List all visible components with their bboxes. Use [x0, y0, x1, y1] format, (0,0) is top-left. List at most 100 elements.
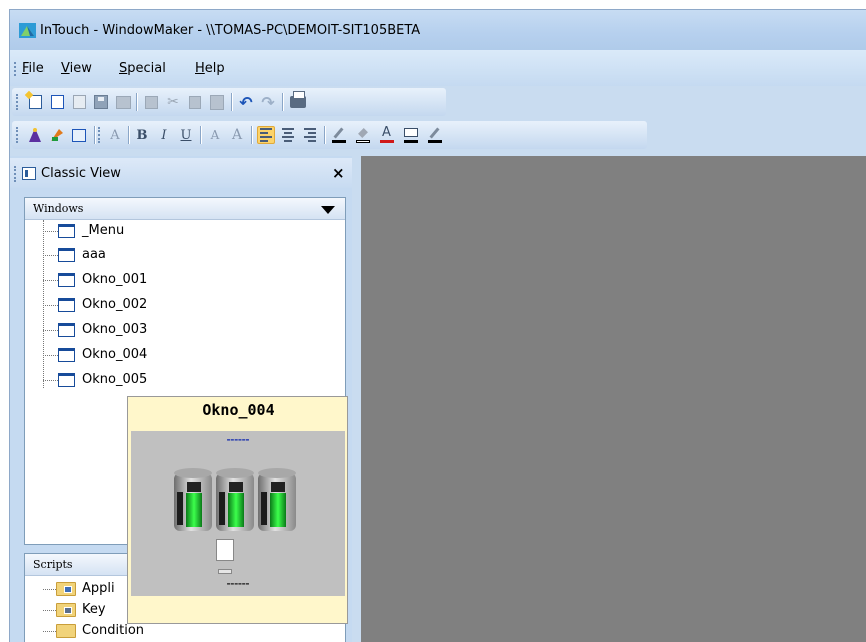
window-title: InTouch - WindowMaker - \\TOMAS-PC\DEMOI…: [40, 23, 421, 38]
tree-item-label: Condition: [82, 623, 145, 638]
window-icon: [58, 348, 75, 362]
classic-view-title: Classic View: [41, 166, 121, 181]
tree-item-okno-002[interactable]: Okno_002: [25, 295, 325, 315]
open-window-button[interactable]: [48, 93, 66, 111]
shrink-font-button[interactable]: A: [206, 126, 224, 144]
redo-icon: ↷: [261, 92, 275, 112]
menu-help[interactable]: Help: [195, 61, 225, 76]
font-icon: A: [110, 127, 120, 143]
save-button[interactable]: [92, 93, 110, 111]
new-window-button[interactable]: [26, 93, 44, 111]
copy-icon: [189, 95, 201, 109]
window-icon: [58, 248, 75, 262]
copy-button[interactable]: [186, 93, 204, 111]
window-workspace[interactable]: [361, 156, 866, 642]
windows-section-title: Windows: [33, 202, 84, 215]
print-icon: [290, 91, 306, 108]
save-all-button[interactable]: [114, 93, 132, 111]
collapse-arrow-icon[interactable]: [321, 206, 335, 214]
fill-color-button[interactable]: [354, 126, 372, 144]
windows-section-header[interactable]: Windows: [25, 198, 345, 220]
preview-option-box: [216, 539, 234, 561]
menu-grip[interactable]: [14, 62, 17, 76]
tree-item-okno-003[interactable]: Okno_003: [25, 320, 325, 340]
align-left-icon: [260, 128, 272, 142]
text-color-icon: A: [379, 125, 395, 144]
tank-graphic: [216, 468, 254, 534]
script-folder-icon: [56, 624, 76, 638]
properties-button[interactable]: [70, 126, 88, 144]
toolbar-separator: [94, 126, 95, 144]
close-window-button[interactable]: [70, 93, 88, 111]
window-icon: [58, 273, 75, 287]
menu-view[interactable]: View: [61, 61, 92, 76]
cut-button[interactable]: ✂: [164, 93, 182, 111]
print-button[interactable]: [289, 91, 307, 111]
text-color-button[interactable]: A: [378, 125, 396, 144]
align-center-icon: [282, 128, 294, 142]
preview-window-name: Okno_004: [202, 401, 275, 419]
wizard-button[interactable]: [26, 126, 44, 144]
scripts-section-title: Scripts: [33, 558, 73, 571]
window-icon: [58, 224, 75, 238]
tree-item-okno-005[interactable]: Okno_005: [25, 370, 325, 390]
save-all-icon: [115, 95, 131, 109]
menu-special[interactable]: Special: [119, 61, 166, 76]
bold-button[interactable]: B: [133, 126, 151, 144]
properties-icon: [72, 128, 86, 142]
tree-item-label: _Menu: [82, 223, 125, 238]
cut-icon: ✂: [167, 94, 179, 110]
title-bar: InTouch - WindowMaker - \\TOMAS-PC\DEMOI…: [10, 10, 866, 50]
toolbar-separator: [136, 93, 137, 111]
tree-item-aaa[interactable]: aaa: [25, 245, 325, 265]
window-preview-tooltip: Okno_004 ▬▬▬▬▬▬ ▬▬▬▬▬▬: [127, 396, 348, 624]
classic-view-icon: [22, 167, 36, 180]
tree-item-label: Okno_004: [82, 347, 148, 362]
line-color-icon: [331, 126, 347, 144]
line-style-button[interactable]: [426, 126, 444, 144]
window-color-button[interactable]: [402, 126, 420, 144]
tree-item-menu[interactable]: _Menu: [25, 221, 325, 241]
tank-graphic: [258, 468, 296, 534]
tree-item-okno-004[interactable]: Okno_004: [25, 345, 325, 365]
tree-item-label: aaa: [82, 247, 106, 262]
shrink-font-icon: A: [210, 128, 220, 142]
window-icon: [58, 373, 75, 387]
font-button[interactable]: A: [106, 126, 124, 144]
redo-button[interactable]: ↷: [259, 92, 277, 112]
line-color-button[interactable]: [330, 126, 348, 144]
tree-item-label: Okno_002: [82, 297, 148, 312]
italic-button[interactable]: I: [155, 126, 173, 144]
menu-file[interactable]: File: [22, 61, 44, 76]
paste-button[interactable]: [208, 93, 226, 111]
tree-item-label: Okno_005: [82, 372, 148, 387]
toolbar-separator: [251, 126, 252, 144]
align-center-button[interactable]: [279, 126, 297, 144]
toolbar-separator: [324, 126, 325, 144]
save-icon: [94, 95, 108, 109]
line-style-icon: [427, 126, 443, 144]
select-button[interactable]: [142, 93, 160, 111]
standard-toolbar: ✂ ↶ ↷: [12, 88, 446, 116]
script-wizard-button[interactable]: [48, 126, 66, 144]
toolbar-grip[interactable]: [98, 127, 101, 143]
underline-button[interactable]: U: [177, 126, 195, 144]
wizard-icon: [29, 128, 41, 142]
toolbar-grip[interactable]: [16, 94, 19, 110]
preview-thumbnail: ▬▬▬▬▬▬ ▬▬▬▬▬▬: [131, 431, 345, 596]
undo-icon: ↶: [239, 92, 253, 112]
panel-close-button[interactable]: ×: [332, 164, 345, 182]
preview-footer-text: ▬▬▬▬▬▬: [226, 581, 250, 586]
undo-button[interactable]: ↶: [237, 92, 255, 112]
toolbar-grip[interactable]: [16, 127, 19, 143]
align-left-button[interactable]: [257, 126, 275, 144]
preview-heading-text: ▬▬▬▬▬▬: [226, 437, 250, 442]
align-right-button[interactable]: [301, 126, 319, 144]
grow-font-button[interactable]: A: [228, 126, 246, 144]
fill-color-icon: [355, 126, 371, 144]
tree-item-label: Okno_001: [82, 272, 148, 287]
panel-grip[interactable]: [14, 166, 17, 182]
intouch-app-icon: [19, 23, 36, 38]
tree-item-condition-script[interactable]: Condition: [25, 621, 325, 641]
tree-item-okno-001[interactable]: Okno_001: [25, 270, 325, 290]
